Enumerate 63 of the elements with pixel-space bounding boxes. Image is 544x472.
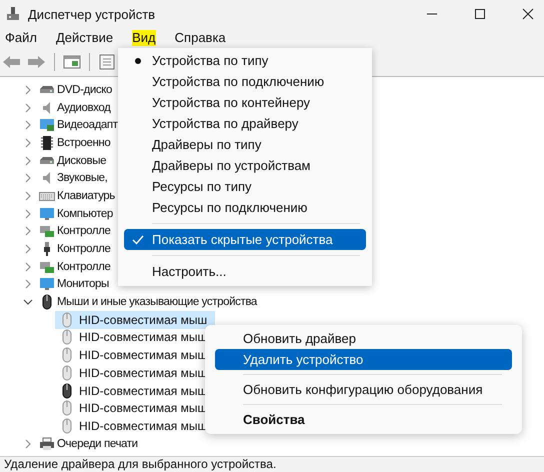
printer-icon [39, 436, 55, 452]
monitor-icon [39, 206, 55, 222]
expand-icon[interactable] [23, 244, 33, 254]
menu-item[interactable]: Устройства по драйверу [124, 113, 366, 134]
expand-icon[interactable] [23, 138, 33, 148]
tree-item[interactable]: Контролле [57, 260, 110, 273]
expand-icon[interactable] [23, 438, 33, 449]
menu-item[interactable]: Показать скрытые устройства [124, 229, 366, 250]
menu-item[interactable]: Устройства по подключению [124, 71, 366, 92]
tree-item[interactable]: Контролле [57, 225, 110, 238]
tree-item[interactable]: Клавиатурь [57, 190, 115, 202]
expand-icon[interactable] [23, 173, 33, 184]
menu-item[interactable]: Обновить драйвер [215, 328, 512, 349]
menu-item[interactable]: Обновить конфигурацию оборудования [215, 379, 512, 400]
tree-item[interactable]: Мониторы [57, 278, 109, 290]
tree-item[interactable]: Очереди печати [57, 438, 138, 450]
menu-item[interactable]: Свойства [215, 409, 512, 430]
menu-item[interactable]: Действие [56, 30, 114, 46]
tree-item[interactable]: Видеоадапт [57, 119, 118, 132]
tree-item[interactable]: Аудиовход [57, 102, 110, 114]
app-icon [6, 7, 20, 21]
back-icon[interactable] [2, 54, 22, 70]
collapse-icon[interactable] [23, 297, 33, 308]
menu-item[interactable]: Ресурсы по подключению [124, 197, 366, 218]
display-icon [39, 117, 55, 134]
tree-item[interactable]: DVD-диско [57, 84, 112, 96]
forward-icon[interactable] [26, 54, 46, 70]
card-icon [39, 223, 55, 240]
expand-icon[interactable] [23, 279, 33, 290]
tree-item[interactable]: Мыши и иные указывающие устройства [57, 296, 257, 308]
menu-item[interactable]: Устройства по контейнеру [124, 92, 366, 113]
menu-item[interactable]: Ресурсы по типу [124, 176, 366, 197]
expand-icon[interactable] [23, 102, 33, 113]
menu-item[interactable]: Справка [174, 30, 226, 46]
document-icon[interactable] [98, 54, 116, 70]
menu-item[interactable]: Драйверы по устройствам [124, 155, 366, 176]
menu-item[interactable]: Удалить устройство [215, 349, 512, 370]
tree-item[interactable]: Компьютер [57, 208, 113, 220]
chip-icon [39, 134, 55, 151]
tree-item[interactable]: Контролле [57, 243, 110, 256]
tree-item[interactable]: HID-совместимая мыш [55, 310, 215, 329]
status-text: Удаление драйвера для выбранного устройства. [0, 456, 544, 472]
expand-icon[interactable] [23, 156, 33, 166]
expand-icon[interactable] [23, 190, 33, 201]
drive-icon [39, 156, 55, 166]
tree-item[interactable]: Встроенно [57, 136, 110, 149]
tree-item[interactable]: Дисковые [57, 154, 106, 167]
expand-icon[interactable] [23, 226, 33, 236]
properties-icon[interactable] [63, 54, 81, 70]
monitor-icon [39, 276, 55, 292]
close-icon[interactable] [522, 8, 534, 20]
menu-item[interactable]: Драйверы по типу [124, 134, 366, 155]
window-title: Диспетчер устройств [28, 6, 156, 22]
expand-icon[interactable] [23, 262, 33, 272]
drive-icon [39, 85, 55, 94]
maximize-icon[interactable] [474, 8, 486, 20]
menu-item[interactable]: Настроить... [124, 261, 366, 282]
tree-item[interactable]: Звуковые, [57, 172, 108, 184]
expand-icon[interactable] [23, 84, 33, 95]
expand-icon[interactable] [23, 208, 33, 219]
menu-item[interactable]: Вид [132, 30, 156, 46]
menu-item[interactable]: Файл [5, 30, 37, 46]
expand-icon[interactable] [23, 120, 33, 130]
